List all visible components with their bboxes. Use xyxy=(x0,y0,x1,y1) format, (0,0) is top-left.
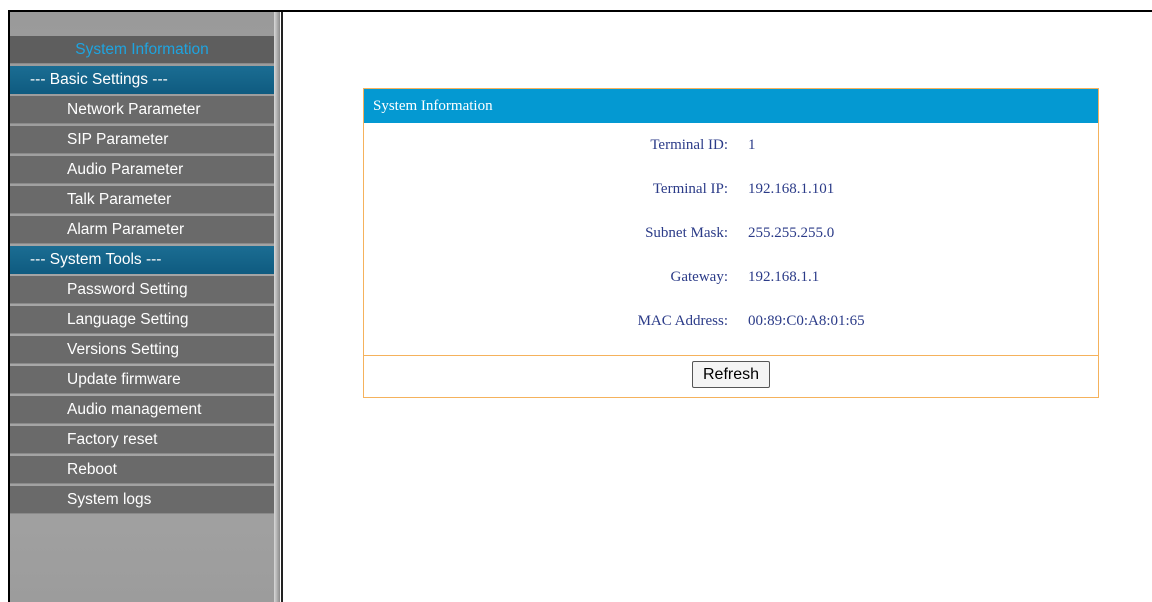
sidebar-resize-edge[interactable] xyxy=(274,12,280,602)
sidebar: System Information --- Basic Settings --… xyxy=(10,12,280,602)
sidebar-item-language-setting[interactable]: Language Setting xyxy=(10,306,274,334)
info-value: 192.168.1.101 xyxy=(748,181,835,197)
sidebar-item-network-parameter[interactable]: Network Parameter xyxy=(10,96,274,124)
sidebar-item-alarm-parameter[interactable]: Alarm Parameter xyxy=(10,216,274,244)
info-value: 192.168.1.1 xyxy=(748,269,820,285)
info-label: MAC Address: xyxy=(637,313,728,329)
info-value: 255.255.255.0 xyxy=(748,225,835,241)
info-label: Subnet Mask: xyxy=(645,225,728,241)
system-information-panel: System Information Terminal ID: 1 Termin… xyxy=(363,88,1099,398)
frame-divider xyxy=(281,12,283,602)
panel-title: System Information xyxy=(364,89,1098,123)
info-row-terminal-id: Terminal ID: 1 xyxy=(364,123,1098,167)
sidebar-section-basic-settings: --- Basic Settings --- xyxy=(10,66,274,94)
sidebar-item-talk-parameter[interactable]: Talk Parameter xyxy=(10,186,274,214)
info-row-gateway: Gateway: 192.168.1.1 xyxy=(364,255,1098,299)
info-label: Terminal ID: xyxy=(650,137,728,153)
info-row-mac-address: MAC Address: 00:89:C0:A8:01:65 xyxy=(364,299,1098,343)
info-row-subnet-mask: Subnet Mask: 255.255.255.0 xyxy=(364,211,1098,255)
sidebar-item-update-firmware[interactable]: Update firmware xyxy=(10,366,274,394)
info-value: 00:89:C0:A8:01:65 xyxy=(748,313,865,329)
sidebar-item-sip-parameter[interactable]: SIP Parameter xyxy=(10,126,274,154)
sidebar-item-audio-parameter[interactable]: Audio Parameter xyxy=(10,156,274,184)
sidebar-item-reboot[interactable]: Reboot xyxy=(10,456,274,484)
info-label: Terminal IP: xyxy=(652,181,728,197)
sidebar-item-system-logs[interactable]: System logs xyxy=(10,486,274,514)
sidebar-item-password-setting[interactable]: Password Setting xyxy=(10,276,274,304)
info-table: Terminal ID: 1 Terminal IP: 192.168.1.10… xyxy=(364,123,1098,343)
sidebar-menu-container: System Information --- Basic Settings --… xyxy=(10,12,274,602)
sidebar-item-factory-reset[interactable]: Factory reset xyxy=(10,426,274,454)
sidebar-section-system-tools: --- System Tools --- xyxy=(10,246,274,274)
panel-footer: Refresh xyxy=(364,355,1098,398)
refresh-button[interactable]: Refresh xyxy=(691,361,771,388)
info-value: 1 xyxy=(748,137,756,153)
sidebar-item-audio-management[interactable]: Audio management xyxy=(10,396,274,424)
info-row-terminal-ip: Terminal IP: 192.168.1.101 xyxy=(364,167,1098,211)
info-label: Gateway: xyxy=(670,269,728,285)
sidebar-item-versions-setting[interactable]: Versions Setting xyxy=(10,336,274,364)
sidebar-item-system-information[interactable]: System Information xyxy=(10,36,274,64)
sidebar-menu: System Information --- Basic Settings --… xyxy=(10,36,274,516)
